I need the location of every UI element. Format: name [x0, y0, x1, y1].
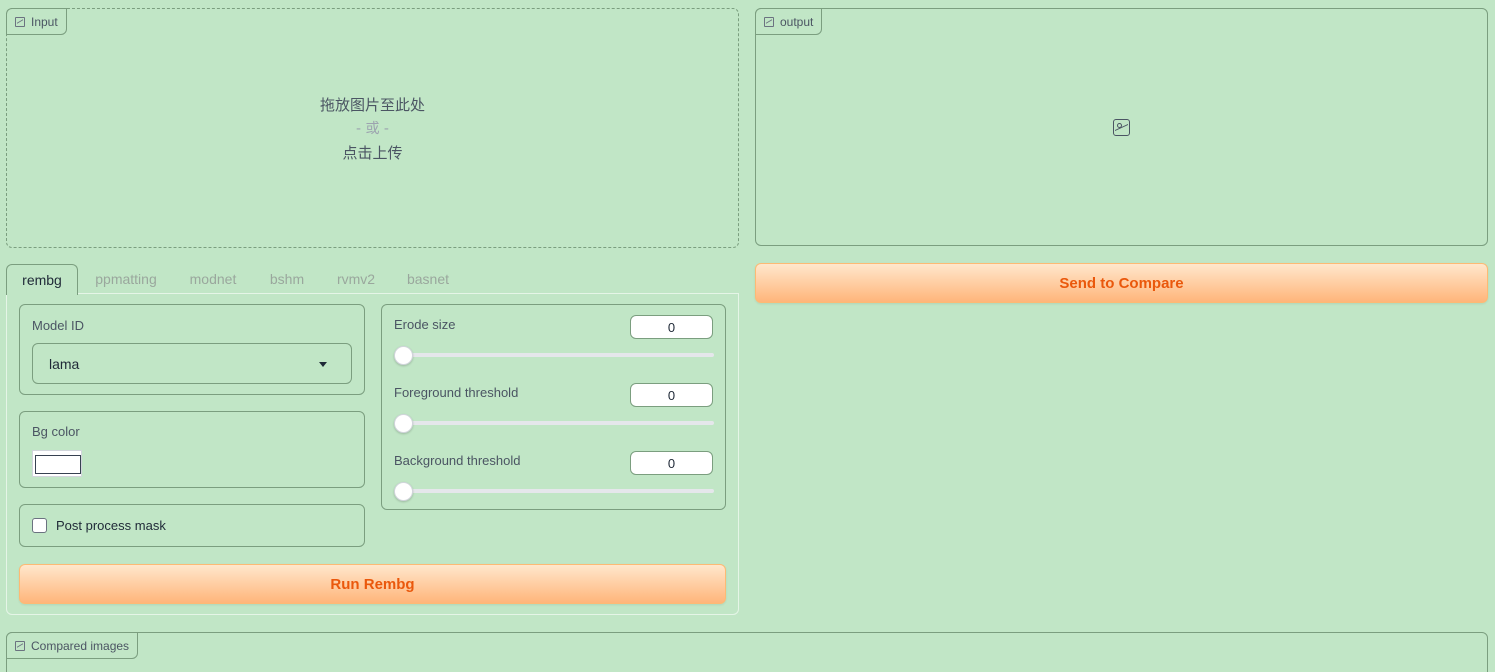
erode-size-input[interactable]: 0 [630, 315, 713, 339]
run-rembg-button[interactable]: Run Rembg [19, 564, 726, 604]
post-process-checkbox[interactable] [32, 518, 47, 533]
or-text: - 或 - [355, 121, 389, 137]
bg-color-picker[interactable] [32, 450, 82, 477]
background-threshold-label: Background threshold [394, 453, 521, 468]
click-upload-text: 点击上传 [342, 144, 403, 162]
image-placeholder-icon [1113, 119, 1130, 136]
model-id-group: Model ID lama [19, 304, 365, 395]
tab-rvmv2[interactable]: rvmv2 [328, 264, 384, 294]
bg-color-group: Bg color [19, 411, 365, 488]
erode-size-slider-thumb[interactable] [394, 346, 413, 365]
output-label: output [780, 14, 814, 29]
foreground-threshold-label: Foreground threshold [394, 385, 519, 400]
output-label-tag: output [755, 8, 823, 35]
input-label: Input [31, 14, 58, 29]
output-image-area: output [755, 8, 1488, 246]
upload-instructions: 拖放图片至此处 - 或 - 点击上传 [7, 93, 738, 165]
erode-size-label: Erode size [394, 317, 456, 332]
post-process-group: Post process mask [19, 504, 365, 547]
bg-color-label: Bg color [32, 424, 80, 439]
chevron-down-icon [319, 362, 327, 367]
foreground-threshold-input[interactable]: 0 [630, 383, 713, 407]
tab-rembg[interactable]: rembg [6, 264, 78, 295]
foreground-threshold-slider[interactable] [396, 421, 714, 425]
erode-size-slider[interactable] [396, 353, 714, 357]
tab-basnet[interactable]: basnet [399, 264, 457, 294]
send-to-compare-button[interactable]: Send to Compare [755, 263, 1488, 303]
drop-text: 拖放图片至此处 [319, 96, 425, 114]
model-id-value: lama [49, 355, 80, 372]
model-id-dropdown[interactable]: lama [32, 343, 352, 384]
compared-label-tag: Compared images [6, 632, 139, 659]
post-process-label: Post process mask [56, 518, 166, 533]
foreground-threshold-slider-thumb[interactable] [394, 414, 413, 433]
tab-bshm[interactable]: bshm [262, 264, 312, 294]
model-id-label: Model ID [32, 318, 85, 333]
tab-modnet[interactable]: modnet [180, 264, 246, 294]
tab-ppmatting[interactable]: ppmatting [86, 264, 166, 294]
image-icon [15, 640, 25, 651]
background-threshold-slider-thumb[interactable] [394, 482, 413, 501]
input-upload-area[interactable]: Input 拖放图片至此处 - 或 - 点击上传 [6, 8, 739, 248]
input-label-tag: Input [6, 8, 67, 35]
background-threshold-input[interactable]: 0 [630, 451, 713, 475]
compared-label: Compared images [31, 638, 130, 653]
sliders-group: Erode size 0 Foreground threshold 0 Back… [381, 304, 726, 510]
background-threshold-slider[interactable] [396, 489, 714, 493]
image-icon [15, 16, 25, 27]
image-icon [764, 16, 774, 27]
compared-images-area: Compared images [6, 632, 1488, 672]
